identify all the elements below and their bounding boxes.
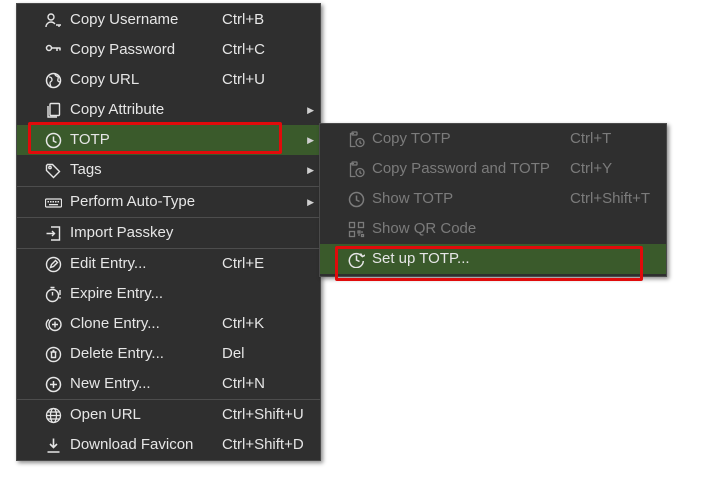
shortcut-label: Ctrl+Shift+D [222,436,304,453]
menu-item-edit-entry[interactable]: Edit Entry... Ctrl+E [17,249,320,279]
delete-icon [45,346,62,363]
copy-icon [45,102,62,119]
shortcut-label: Ctrl+Shift+U [222,406,304,423]
menu-item-label: Tags [70,161,102,178]
download-icon [45,437,62,454]
shortcut-label: Ctrl+B [222,11,265,28]
menu-item-copy-attribute[interactable]: Copy Attribute ▶ [17,95,320,125]
submenu-item-show-totp[interactable]: Show TOTP Ctrl+Shift+T [320,184,666,214]
menu-item-label: Perform Auto-Type [70,193,196,210]
submenu-item-copy-password-and-totp[interactable]: Copy Password and TOTP Ctrl+Y [320,154,666,184]
menu-item-new-entry[interactable]: New Entry... Ctrl+N [17,369,320,399]
submenu-arrow-icon: ▶ [307,197,314,207]
menu-item-label: New Entry... [70,375,151,392]
annotation-highlight-set-up-totp [335,246,643,281]
menu-item-label: Copy Password and TOTP [372,160,550,177]
entry-context-menu: Copy Username Ctrl+B Copy Password Ctrl+… [16,3,321,461]
menu-item-label: Download Favicon [70,436,194,453]
menu-item-label: Copy TOTP [372,130,451,147]
menu-item-label: Copy URL [70,71,140,88]
clipboard-clock-icon [348,131,365,148]
shortcut-label: Ctrl+K [222,315,265,332]
menu-item-label: Copy Password [70,41,176,58]
key-icon [45,42,62,59]
menu-item-label: Import Passkey [70,224,174,241]
plus-circle-icon [45,376,62,393]
submenu-item-show-qr-code[interactable]: Show QR Code [320,214,666,244]
menu-item-label: Open URL [70,406,141,423]
menu-item-copy-url[interactable]: Copy URL Ctrl+U [17,65,320,95]
tag-icon [45,162,62,179]
menu-item-expire-entry[interactable]: Expire Entry... [17,279,320,309]
timer-icon [45,286,62,303]
menu-item-label: Delete Entry... [70,345,164,362]
menu-item-label: Show QR Code [372,220,477,237]
user-key-icon [45,12,62,29]
menu-item-label: Edit Entry... [70,255,147,272]
globe-icon [45,72,62,89]
annotation-highlight-totp [28,122,282,154]
qr-code-icon [348,221,365,238]
clock-icon [348,191,365,208]
menu-item-delete-entry[interactable]: Delete Entry... Del [17,339,320,369]
menu-item-label: Copy Attribute [70,101,165,118]
submenu-arrow-icon: ▶ [307,105,314,115]
menu-item-label: Clone Entry... [70,315,160,332]
menu-item-copy-username[interactable]: Copy Username Ctrl+B [17,5,320,35]
shortcut-label: Ctrl+N [222,375,265,392]
menu-item-label: Copy Username [70,11,179,28]
keyboard-icon [45,194,62,211]
shortcut-label: Del [222,345,245,362]
submenu-arrow-icon: ▶ [307,165,314,175]
submenu-arrow-icon: ▶ [307,135,314,145]
menu-item-copy-password[interactable]: Copy Password Ctrl+C [17,35,320,65]
menu-item-download-favicon[interactable]: Download Favicon Ctrl+Shift+D [17,430,320,460]
shortcut-label: Ctrl+T [570,130,612,147]
shortcut-label: Ctrl+Shift+T [570,190,651,207]
clipboard-clock-icon [348,161,365,178]
menu-item-import-passkey[interactable]: Import Passkey [17,218,320,248]
menu-item-tags[interactable]: Tags ▶ [17,155,320,185]
menu-item-open-url[interactable]: Open URL Ctrl+Shift+U [17,400,320,430]
shortcut-label: Ctrl+U [222,71,265,88]
menu-item-label: Expire Entry... [70,285,164,302]
submenu-item-copy-totp[interactable]: Copy TOTP Ctrl+T [320,124,666,154]
menu-item-perform-auto-type[interactable]: Perform Auto-Type ▶ [17,187,320,217]
edit-icon [45,256,62,273]
world-icon [45,407,62,424]
import-icon [45,225,62,242]
shortcut-label: Ctrl+Y [570,160,613,177]
shortcut-label: Ctrl+C [222,41,265,58]
clone-icon [45,316,62,333]
menu-item-clone-entry[interactable]: Clone Entry... Ctrl+K [17,309,320,339]
shortcut-label: Ctrl+E [222,255,265,272]
menu-item-label: Show TOTP [372,190,454,207]
